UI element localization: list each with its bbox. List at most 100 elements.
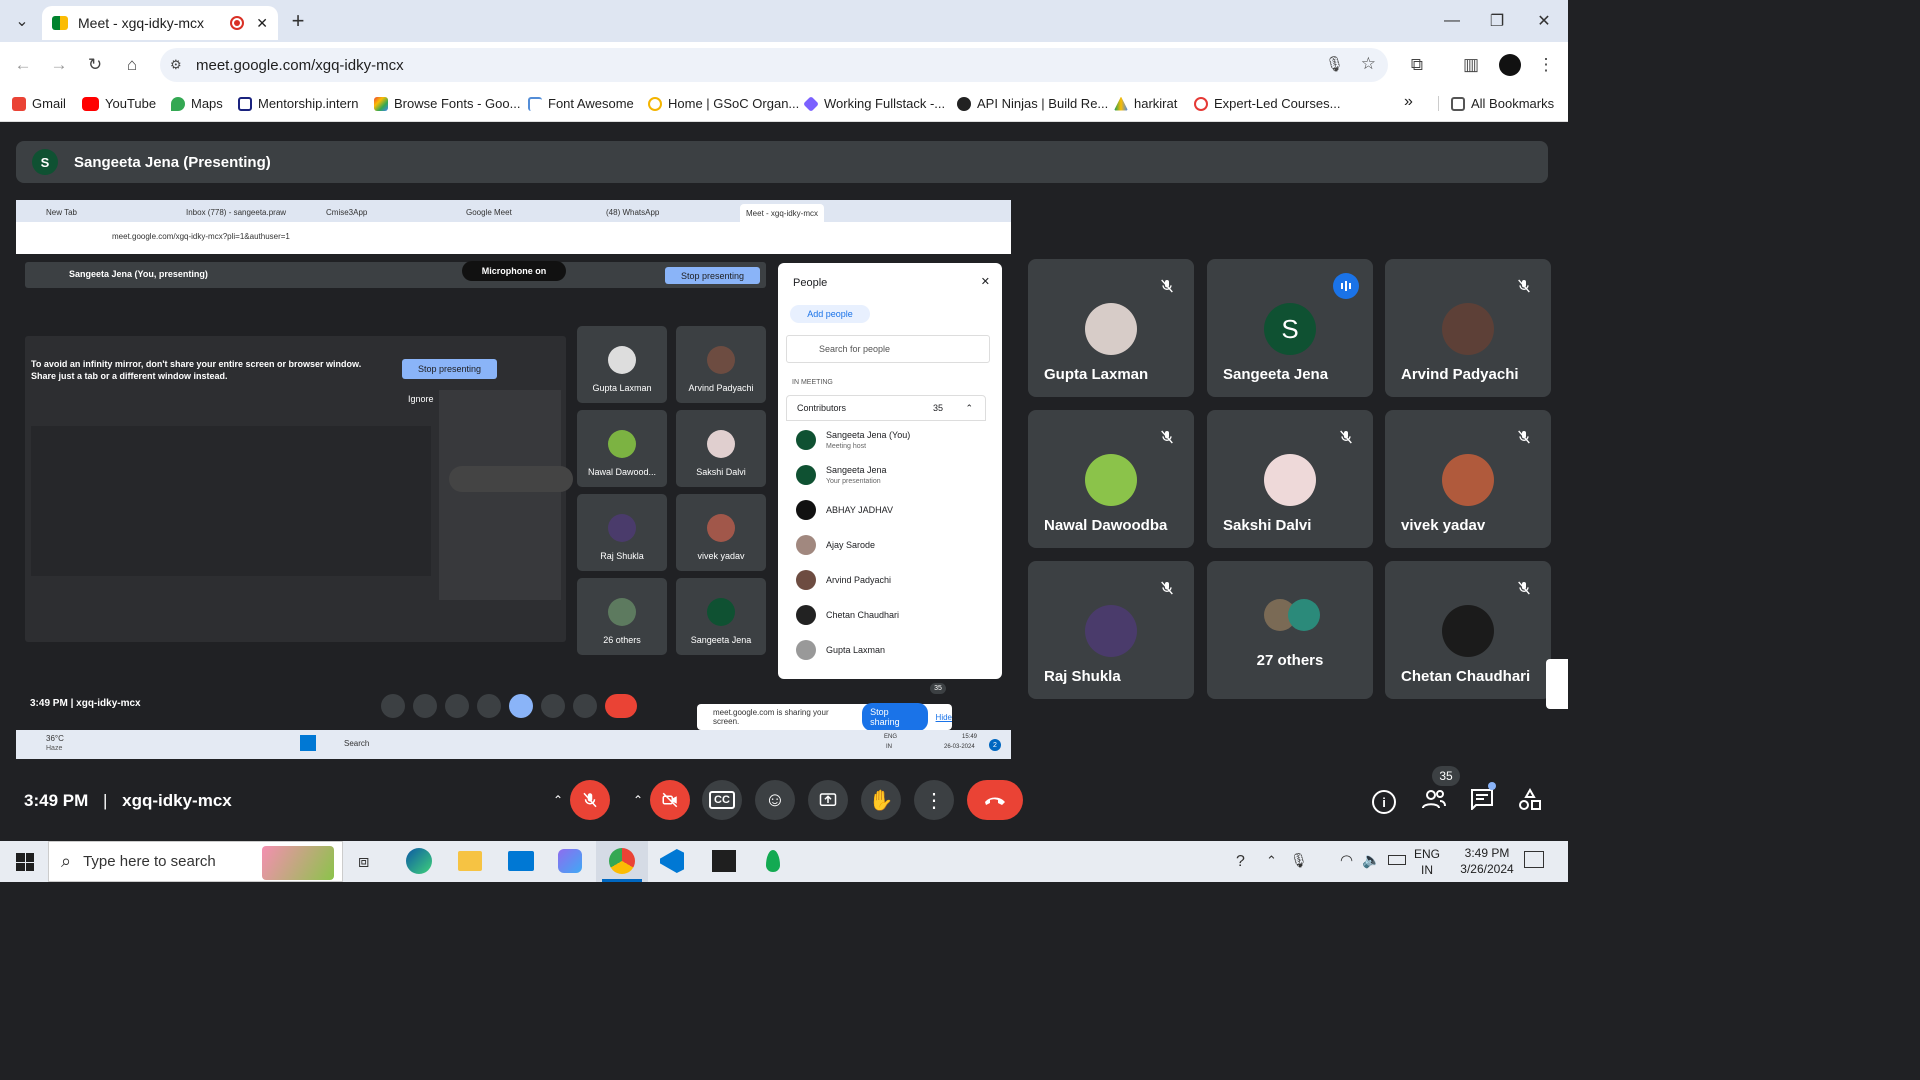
address-bar[interactable]: ⚙ meet.google.com/xgq-idky-mcx 🎙 ☆ — [160, 48, 1388, 82]
drive-icon — [1114, 96, 1128, 111]
forward-icon[interactable]: → — [46, 52, 72, 78]
participant-tile[interactable]: S Sangeeta Jena — [1207, 259, 1373, 397]
taskbar-search-box[interactable]: ⌕ Type here to search — [48, 841, 343, 882]
mini-tile: 26 others — [577, 578, 667, 655]
meeting-details: 3:49 PM | xgq-idky-mcx — [24, 791, 232, 811]
reactions-button[interactable]: ☺ — [755, 780, 795, 820]
chat-icon — [1471, 789, 1493, 812]
chrome-taskbar-item[interactable] — [596, 841, 648, 882]
minimize-icon[interactable]: — — [1434, 8, 1470, 34]
captions-button[interactable]: CC — [702, 780, 742, 820]
mini-time: 3:49 PM | xgq-idky-mcx — [30, 698, 141, 709]
site-info-icon[interactable]: ⚙ — [170, 57, 182, 73]
mini-tile: Arvind Padyachi — [676, 326, 766, 403]
leave-call-button[interactable] — [967, 780, 1023, 820]
side-edge-tab[interactable] — [1546, 659, 1568, 709]
captions-icon: CC — [709, 791, 735, 809]
mic-toggle-button[interactable] — [570, 780, 610, 820]
side-panel-icon[interactable]: ▥ — [1458, 52, 1484, 78]
restore-icon[interactable]: ❐ — [1479, 8, 1515, 34]
speaker-icon[interactable]: 🔈 — [1362, 851, 1381, 869]
recording-icon — [230, 16, 245, 30]
taskbar-clock[interactable]: 3:49 PM 3/26/2024 — [1452, 845, 1522, 877]
bookmark-maps[interactable]: Maps — [171, 96, 223, 111]
bookmark-youtube[interactable]: YouTube — [82, 96, 156, 111]
folder-icon — [1451, 96, 1465, 111]
bookmark-api-ninjas[interactable]: API Ninjas | Build Re... — [957, 96, 1108, 111]
mini-presenting-bar: Sangeeta Jena (You, presenting) — [25, 262, 766, 288]
bookmark-gmail[interactable]: Gmail — [12, 96, 66, 111]
all-bookmarks[interactable]: All Bookmarks — [1438, 96, 1554, 111]
mini-person-row: Sangeeta Jena (You) Meeting host — [796, 425, 996, 455]
bookmark-star-icon[interactable]: ☆ — [1361, 54, 1376, 74]
activities-button[interactable] — [1518, 787, 1544, 814]
audio-options-icon[interactable]: ⌃ — [545, 780, 571, 820]
people-button[interactable]: 35 — [1420, 766, 1460, 816]
new-tab-icon[interactable]: + — [280, 8, 316, 34]
mongodb-icon[interactable] — [766, 850, 780, 872]
chat-unread-dot — [1488, 782, 1496, 790]
battery-icon[interactable] — [1388, 855, 1406, 865]
bookmark-harkirat[interactable]: harkirat — [1114, 96, 1177, 111]
wifi-icon[interactable]: ◠ — [1340, 851, 1353, 869]
participant-tile[interactable]: Sakshi Dalvi — [1207, 410, 1373, 548]
video-options-icon[interactable]: ⌃ — [625, 780, 651, 820]
raise-hand-button[interactable]: ✋ — [861, 780, 901, 820]
bookmark-mentorship[interactable]: Mentorship.intern — [238, 96, 358, 111]
mini-windows-icon — [300, 735, 316, 751]
copilot-icon[interactable] — [558, 849, 582, 873]
chat-button[interactable] — [1470, 782, 1496, 814]
tab-search-icon[interactable]: ⌄ — [4, 8, 40, 34]
help-icon[interactable]: ? — [1236, 853, 1245, 871]
edge-icon[interactable] — [406, 848, 432, 874]
home-icon[interactable]: ⌂ — [119, 52, 145, 78]
participant-name: Sangeeta Jena — [1223, 366, 1329, 383]
mini-tile: vivek yadav — [676, 494, 766, 571]
bookmark-expert-led[interactable]: Expert-Led Courses... — [1194, 96, 1340, 111]
speaking-indicator-icon — [1333, 273, 1359, 299]
windows-start-icon[interactable] — [16, 853, 34, 871]
task-view-icon[interactable]: ⧈ — [358, 851, 369, 872]
camera-toggle-button[interactable] — [650, 780, 690, 820]
file-explorer-icon[interactable] — [458, 851, 482, 871]
reload-icon[interactable]: ↻ — [82, 52, 108, 78]
browser-menu-icon[interactable]: ⋮ — [1533, 52, 1559, 78]
language-indicator[interactable]: ENG IN — [1414, 846, 1440, 878]
mic-off-icon — [1511, 575, 1537, 601]
browser-tab-strip: ⌄ Meet - xgq-idky-mcx ✕ + — ❐ ✕ — [0, 0, 1568, 42]
participant-tile[interactable]: 27 others — [1207, 561, 1373, 699]
close-tab-icon[interactable]: ✕ — [256, 15, 268, 32]
camera-off-icon — [662, 792, 678, 808]
tab-meet[interactable]: Meet - xgq-idky-mcx ✕ — [42, 6, 278, 40]
present-button[interactable] — [808, 780, 848, 820]
participant-tile[interactable]: Gupta Laxman — [1028, 259, 1194, 397]
bookmark-working-fullstack[interactable]: Working Fullstack -... — [803, 95, 945, 112]
participant-tile[interactable]: Chetan Chaudhari — [1385, 561, 1551, 699]
maps-icon — [171, 96, 185, 111]
more-options-button[interactable]: ⋮ — [914, 780, 954, 820]
participant-tile[interactable]: Arvind Padyachi — [1385, 259, 1551, 397]
search-icon: ⌕ — [61, 851, 72, 871]
fonts-icon — [374, 96, 388, 111]
bookmark-font-awesome[interactable]: Font Awesome — [528, 96, 634, 111]
mic-tray-icon[interactable]: 🎙 — [1290, 852, 1308, 869]
close-window-icon[interactable]: ✕ — [1526, 8, 1562, 34]
notifications-icon[interactable] — [1524, 851, 1544, 868]
participant-tile[interactable]: Raj Shukla — [1028, 561, 1194, 699]
participant-tile[interactable]: vivek yadav — [1385, 410, 1551, 548]
tray-chevron-icon[interactable]: ⌃ — [1266, 853, 1277, 869]
participant-tile[interactable]: Nawal Dawoodba — [1028, 410, 1194, 548]
bookmarks-overflow-icon[interactable]: » — [1404, 93, 1413, 111]
bookmark-fonts[interactable]: Browse Fonts - Goo... — [374, 96, 520, 111]
mini-tile: Raj Shukla — [577, 494, 667, 571]
participant-name: Sakshi Dalvi — [1223, 517, 1312, 534]
profile-avatar[interactable] — [1497, 52, 1523, 78]
mail-icon[interactable] — [508, 851, 534, 871]
voice-search-icon[interactable]: 🎙 — [1325, 55, 1344, 73]
bookmark-gsoc[interactable]: Home | GSoC Organ... — [648, 96, 799, 111]
terminal-icon[interactable] — [712, 850, 736, 872]
vscode-icon[interactable] — [660, 849, 684, 873]
back-icon[interactable]: ← — [10, 52, 36, 78]
meeting-info-icon[interactable]: i — [1372, 790, 1396, 814]
extensions-icon[interactable]: ⧉ — [1404, 52, 1430, 78]
